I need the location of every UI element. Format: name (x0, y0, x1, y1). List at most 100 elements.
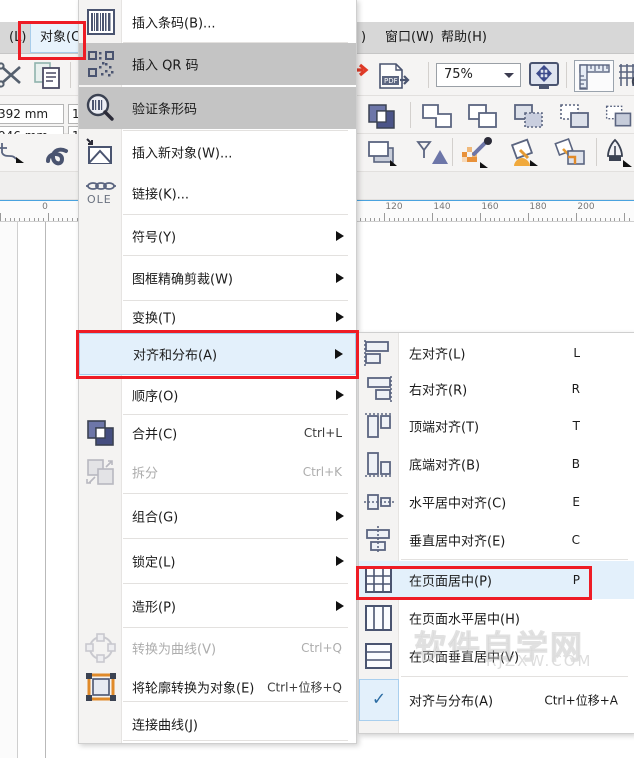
menu-item-label: 转换为曲线(V) (132, 642, 217, 658)
menu-item-label: 变换(T) (132, 311, 177, 327)
menu-item-powerclip[interactable]: 图框精确剪裁(W) (79, 256, 356, 300)
front-minus-back-icon[interactable] (604, 102, 634, 130)
vertical-ruler[interactable] (0, 222, 18, 758)
menu-item-align-and-distribute[interactable]: 对齐和分布(A) (79, 333, 356, 375)
copy-icon[interactable] (34, 62, 64, 90)
ruler-tick (561, 218, 563, 221)
ruler-tick (552, 218, 553, 221)
menu-item-combine[interactable]: 合并(C) Ctrl+L (79, 415, 356, 450)
submenu-item-center-page-horizontal[interactable]: 在页面水平居中(H) (359, 599, 634, 637)
ruler-tick (379, 218, 381, 221)
menubar-item-help[interactable]: 帮助(H) (432, 22, 496, 54)
ruler-tick (57, 218, 59, 221)
combine-icon (84, 418, 118, 448)
submenu-item-label: 左对齐(L) (409, 347, 466, 363)
eyedropper-icon[interactable] (460, 137, 496, 168)
submenu-item-center-page-vertical[interactable]: 在页面垂直居中(V) (359, 637, 634, 675)
menu-item-accelerator: Ctrl+位移+Q (267, 680, 342, 695)
submenu-item-align-center-vertical[interactable]: 垂直居中对齐(E) C (359, 521, 634, 559)
menu-item-label: 造形(P) (132, 600, 176, 615)
menu-item-transform[interactable]: 变换(T) (79, 301, 356, 333)
union-icon[interactable] (420, 102, 454, 130)
menu-item-order[interactable]: 顺序(O) (79, 375, 356, 414)
submenu-item-label: 底端对齐(B) (409, 458, 481, 474)
interactive-fill-icon[interactable] (554, 137, 588, 168)
ruler-tick (528, 213, 529, 221)
outline-pen-icon[interactable] (602, 138, 634, 168)
ruler-tick (614, 218, 616, 221)
menu-item-insert-barcode[interactable]: 插入条码(B)... (79, 0, 356, 43)
ruler-tick (374, 218, 376, 221)
submenu-separator (401, 559, 628, 560)
object-width-field[interactable]: 392 mm (0, 104, 64, 124)
submenu-arrow-icon (336, 511, 344, 521)
ruler-tick (513, 218, 515, 221)
fill-tool-icon[interactable] (508, 138, 542, 168)
shadow-tool-icon[interactable] (412, 138, 448, 168)
show-rulers-button[interactable] (574, 60, 614, 92)
menu-item-label: 图框精确剪裁(W) (132, 272, 233, 288)
menu-item-label: 符号(Y) (132, 230, 177, 246)
rectangle-tool-icon[interactable] (366, 138, 400, 168)
ruler-tick (360, 218, 361, 221)
submenu-item-align-bottom[interactable]: 底端对齐(B) B (359, 445, 634, 483)
submenu-item-label: 顶端对齐(T) (409, 420, 480, 436)
submenu-item-align-left[interactable]: 左对齐(L) L (359, 335, 634, 371)
menu-item-label: 对齐和分布(A) (133, 348, 218, 364)
submenu-item-center-on-page[interactable]: 在页面居中(P) P (359, 561, 634, 599)
fit-to-screen-icon[interactable] (528, 61, 560, 91)
menu-item-lock[interactable]: 锁定(L) (79, 539, 356, 583)
checked-indicator-cell: ✓ (359, 679, 399, 721)
shape-tool-icon[interactable] (0, 139, 32, 169)
ruler-tick (604, 218, 606, 221)
menu-item-insert-qr[interactable]: 插入 QR 码 (79, 43, 356, 85)
check-icon: ✓ (371, 689, 387, 710)
weld-icon[interactable] (366, 102, 398, 130)
menu-item-join-curves[interactable]: 连接曲线(J) (79, 707, 356, 741)
menu-item-symbol[interactable]: 符号(Y) (79, 216, 356, 256)
menu-item-insert-new-object[interactable]: 插入新对象(W)... (79, 131, 356, 172)
ruler-tick (624, 213, 625, 221)
menu-item-shaping[interactable]: 造形(P) (79, 584, 356, 627)
grid-icon[interactable] (618, 63, 634, 89)
trim-icon[interactable] (466, 102, 500, 130)
ole-link-icon: OLE (84, 178, 118, 208)
submenu-item-align-center-horizontal[interactable]: 水平居中对齐(C) E (359, 483, 634, 521)
simplify-icon[interactable] (558, 102, 592, 130)
ruler-tick (422, 218, 424, 221)
submenu-item-align-top[interactable]: 顶端对齐(T) T (359, 407, 634, 445)
ruler-tick (542, 218, 544, 221)
chevron-down-icon[interactable] (504, 73, 514, 78)
scissors-icon[interactable] (0, 62, 28, 89)
curve-tool-icon[interactable] (42, 139, 76, 169)
ruler-tick (576, 213, 577, 221)
menu-item-outline-to-object[interactable]: 将轮廓转换为对象(E) Ctrl+位移+Q (79, 668, 356, 706)
ruler-tick (38, 218, 40, 221)
new-object-icon (84, 137, 118, 167)
align-center-h-icon (362, 487, 396, 517)
barcode-verify-icon (84, 93, 118, 123)
align-distribute-submenu[interactable]: 左对齐(L) L 右对齐(R) R 顶端对齐(T) T 底端对齐(B) B 水平… (358, 332, 634, 734)
ruler-tick (388, 218, 390, 221)
menu-item-label: 组合(G) (132, 510, 179, 526)
menu-separator (123, 214, 348, 215)
export-pdf-icon[interactable]: PDF (378, 62, 410, 90)
zoom-level-input[interactable]: 75% (436, 63, 521, 87)
submenu-item-accelerator: T (572, 419, 580, 433)
object-dropdown-menu[interactable]: 插入条码(B)... 插入 QR 码 验证条形码 插入新对象(W)... OLE… (78, 0, 357, 744)
intersect-icon[interactable] (512, 102, 546, 130)
menu-item-link[interactable]: OLE 链接(K)... (79, 172, 356, 213)
menu-item-group[interactable]: 组合(G) (79, 494, 356, 538)
ruler-tick (484, 218, 486, 221)
submenu-item-align-distribute-docker[interactable]: ✓ 对齐与分布(A) Ctrl+位移+A (359, 679, 634, 721)
submenu-item-label: 垂直居中对齐(E) (409, 534, 506, 550)
ruler-tick (566, 218, 568, 221)
menu-item-verify-barcode[interactable]: 验证条形码 (79, 87, 356, 129)
submenu-arrow-icon (336, 556, 344, 566)
submenu-item-align-right[interactable]: 右对齐(R) R (359, 371, 634, 407)
align-left-icon (362, 338, 396, 368)
ruler-tick (19, 218, 21, 221)
align-top-icon (362, 411, 396, 441)
submenu-item-label: 在页面垂直居中(V) (409, 650, 520, 666)
ruler-tick (9, 218, 11, 221)
